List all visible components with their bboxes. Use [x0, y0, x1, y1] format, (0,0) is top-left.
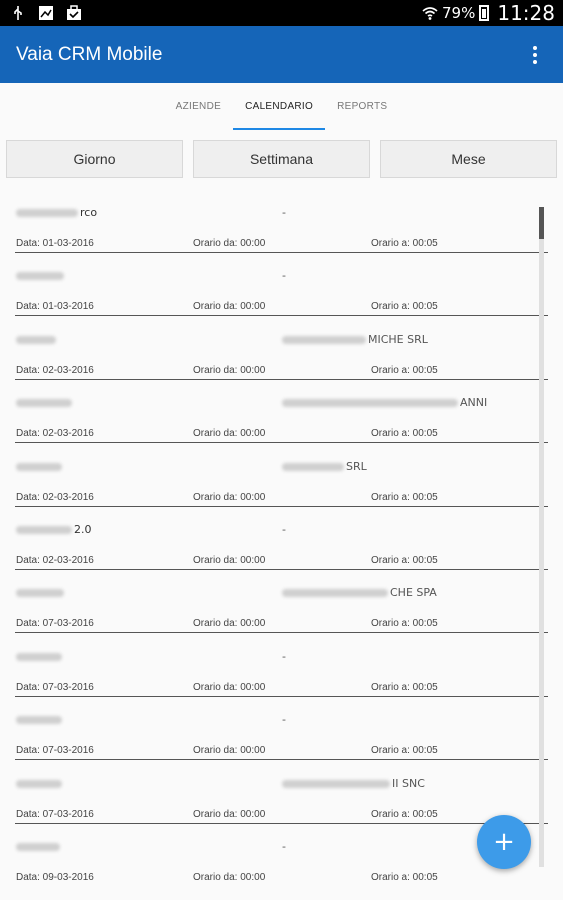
company-placeholder: -: [282, 839, 286, 853]
redacted-text: [282, 779, 390, 788]
company-placeholder: -: [282, 649, 286, 663]
list-item[interactable]: rco - Data: 01-03-2016 Orario da: 00:00 Orar…: [0, 182, 563, 253]
view-toggle-group: Giorno Settimana Mese: [0, 140, 563, 178]
contact-name: [16, 777, 64, 790]
contact-name: rco: [16, 206, 97, 219]
redacted-text: [282, 399, 458, 408]
redacted-text: [16, 462, 62, 471]
appointment-start-time: Orario da: 00:00: [193, 871, 266, 883]
image-icon: [39, 6, 53, 20]
list-item[interactable]: ANNI Data: 02-03-2016 Orario da: 00:00 Orar…: [0, 372, 563, 444]
company-placeholder: -: [282, 713, 286, 727]
redacted-text: [16, 779, 62, 788]
wifi-icon: [422, 7, 438, 20]
company-name: -: [282, 206, 286, 219]
company-placeholder: -: [282, 269, 286, 283]
contact-name-text: rco: [80, 206, 98, 219]
list-item[interactable]: MICHE SRL Data: 02-03-2016 Orario da: 00:0…: [0, 309, 563, 380]
list-item[interactable]: - Data: 07-03-2016 Orario da: 00:00 Orario …: [0, 689, 563, 761]
contact-name: [16, 269, 66, 282]
redacted-text: [282, 589, 388, 598]
company-placeholder: -: [282, 522, 286, 536]
clock: 11:28: [497, 1, 555, 25]
app-bar: Vaia CRM Mobile: [0, 26, 563, 83]
company-name: -: [282, 650, 286, 663]
company-name: -: [282, 269, 286, 282]
status-system-icons: 79% 11:28: [422, 1, 555, 25]
appointment-list[interactable]: rco - Data: 01-03-2016 Orario da: 00:00 Orar…: [0, 182, 563, 900]
company-placeholder: -: [282, 206, 286, 219]
company-name: -: [282, 713, 286, 726]
more-vert-icon[interactable]: [523, 43, 547, 67]
scrollbar[interactable]: [539, 207, 544, 867]
company-name: -: [282, 840, 286, 853]
tab-calendario[interactable]: CALENDARIO: [233, 83, 326, 130]
company-name: II SNC: [282, 777, 425, 790]
redacted-text: [16, 272, 64, 281]
redacted-text: [282, 462, 344, 471]
appointment-date: Data: 09-03-2016: [16, 871, 94, 883]
contact-name: [16, 650, 64, 663]
status-notification-icons: [10, 5, 82, 21]
company-name: MICHE SRL: [282, 333, 428, 346]
redacted-text: [16, 716, 62, 725]
month-view-button[interactable]: Mese: [380, 140, 557, 178]
contact-name: [16, 840, 62, 853]
contact-name: [16, 460, 64, 473]
redacted-text: [16, 399, 72, 408]
contact-name: [16, 333, 58, 346]
redacted-text: [16, 525, 72, 534]
contact-name-text: 2.0: [74, 522, 92, 536]
status-bar: 79% 11:28: [0, 0, 563, 26]
redacted-text: [16, 842, 60, 851]
company-name: SRL: [282, 460, 367, 473]
list-item[interactable]: SRL Data: 02-03-2016 Orario da: 00:00 Orari…: [0, 436, 563, 507]
tab-bar: AZIENDE CALENDARIO REPORTS: [0, 83, 563, 130]
company-name: ANNI: [282, 396, 487, 409]
battery-icon: [479, 5, 490, 21]
company-name: CHE SPA: [282, 586, 437, 599]
add-icon: +: [493, 827, 515, 857]
list-item[interactable]: II SNC Data: 07-03-2016 Orario da: 00:00 Or…: [0, 753, 563, 824]
appointment-end-time: Orario a: 00:05: [371, 871, 438, 883]
tab-aziende[interactable]: AZIENDE: [164, 83, 233, 130]
company-name-text: II SNC: [392, 776, 425, 790]
contact-name: [16, 713, 64, 726]
day-view-button[interactable]: Giorno: [6, 140, 183, 178]
battery-percent: 79%: [442, 4, 476, 22]
contact-name: 2.0: [16, 523, 92, 536]
contact-name: [16, 396, 74, 409]
redacted-text: [282, 335, 366, 344]
list-item[interactable]: - Data: 01-03-2016 Orario da: 00:00 Orario …: [0, 245, 563, 317]
app-title: Vaia CRM Mobile: [16, 43, 163, 65]
list-item[interactable]: CHE SPA Data: 07-03-2016 Orario da: 00:00 O…: [0, 562, 563, 634]
scrollbar-thumb[interactable]: [539, 207, 544, 239]
redacted-text: [16, 209, 78, 217]
redacted-text: [16, 335, 56, 344]
contact-name: [16, 586, 66, 599]
usb-icon: [14, 6, 22, 20]
add-appointment-button[interactable]: +: [477, 815, 531, 869]
redacted-text: [16, 652, 62, 661]
company-name-text: SRL: [346, 459, 367, 473]
company-name-text: MICHE SRL: [368, 332, 428, 346]
week-view-button[interactable]: Settimana: [193, 140, 370, 178]
company-name: -: [282, 523, 286, 536]
list-item[interactable]: 2.0- Data: 02-03-2016 Orario da: 00:00 Orar…: [0, 499, 563, 570]
tab-reports[interactable]: REPORTS: [325, 83, 399, 130]
redacted-text: [16, 589, 64, 598]
list-item[interactable]: - Data: 07-03-2016 Orario da: 00:00 Orario …: [0, 626, 563, 697]
briefcase-check-icon: [67, 5, 81, 20]
company-name-text: CHE SPA: [390, 586, 437, 600]
company-name-text: ANNI: [460, 396, 488, 410]
